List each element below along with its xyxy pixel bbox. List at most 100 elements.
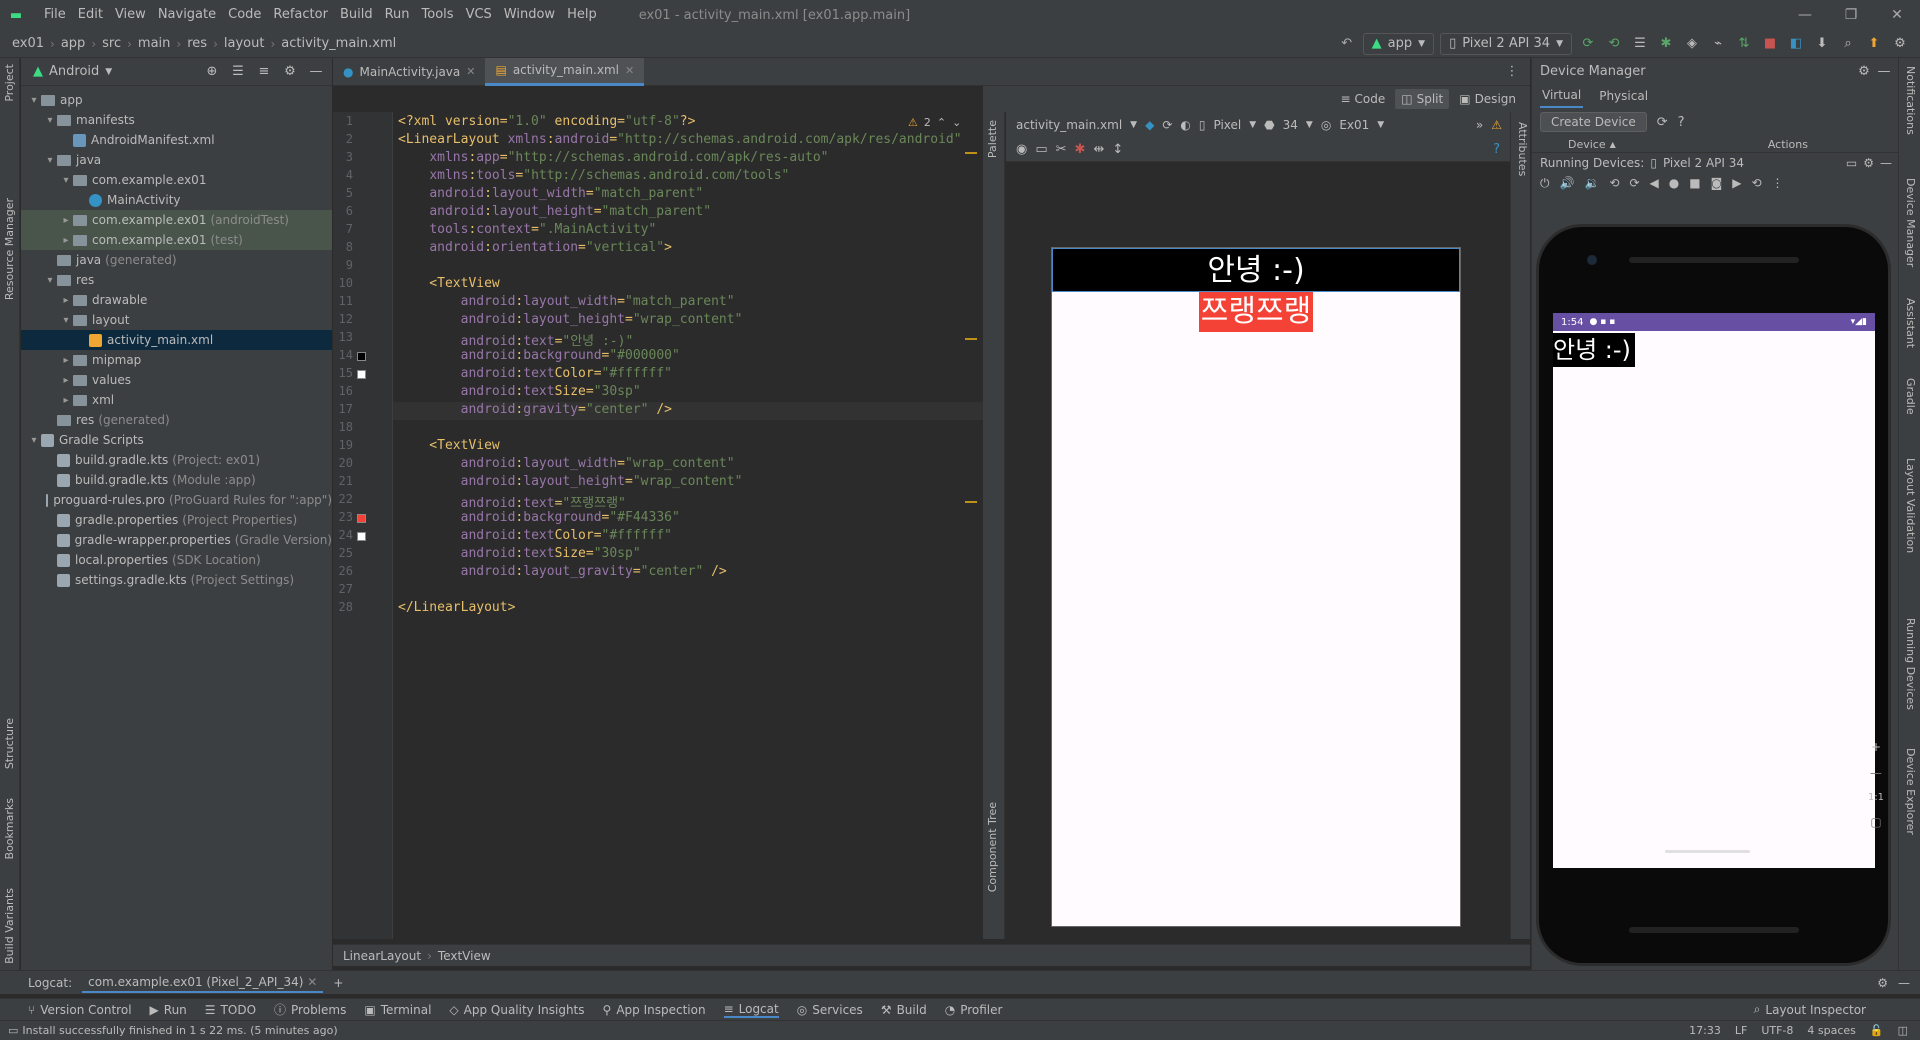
debug-icon[interactable]: ✱ [1656, 34, 1676, 54]
tool-gradle[interactable]: Gradle [1904, 378, 1917, 415]
hide-icon[interactable]: — [306, 62, 326, 82]
code-line[interactable]: xmlns:tools="http://schemas.android.com/… [398, 168, 789, 183]
tab-layout-inspector[interactable]: ⌕ Layout Inspector [1754, 1002, 1866, 1017]
project-view-select[interactable]: Android [49, 64, 99, 79]
design-api-select[interactable]: 34 [1283, 118, 1298, 132]
code-line[interactable]: android:textColor="#ffffff" [398, 366, 672, 381]
close-icon[interactable]: ✕ [307, 975, 317, 989]
code-line[interactable]: android:textSize="30sp" [398, 384, 641, 399]
back-icon[interactable]: ◀ [1650, 176, 1659, 190]
code-line[interactable]: </LinearLayout> [398, 600, 515, 615]
tool-bookmarks[interactable]: Bookmarks [3, 798, 16, 859]
indent-setting[interactable]: 4 spaces [1807, 1024, 1856, 1037]
code-line[interactable]: xmlns:app="http://schemas.android.com/ap… [398, 150, 828, 165]
pan-vertical-icon[interactable]: ↕ [1112, 142, 1123, 157]
device-select[interactable]: ▯ Pixel 2 API 34 ▼ [1440, 32, 1572, 55]
status-message[interactable]: Install successfully finished in 1 s 22 … [22, 1024, 337, 1037]
sdk-manager-icon[interactable]: ⬇ [1812, 34, 1832, 54]
crumb-item[interactable]: res [187, 36, 207, 51]
crumb-item[interactable]: app [61, 36, 85, 51]
record-icon[interactable]: ▶ [1732, 176, 1741, 190]
split-view-button[interactable]: ◫ Split [1395, 89, 1450, 109]
tool-build-variants[interactable]: Build Variants [3, 888, 16, 964]
code-line[interactable]: <?xml version="1.0" encoding="utf-8"?> [398, 114, 695, 129]
apply-changes-icon[interactable]: ⟳ [1578, 34, 1598, 54]
tab-profiler[interactable]: ◔ Profiler [945, 1003, 1003, 1017]
emulator-textview-greeting[interactable]: 안녕 :-) [1553, 333, 1635, 367]
warning-marker[interactable] [965, 338, 977, 340]
code-line[interactable]: android:gravity="center" /> [398, 402, 672, 417]
tool-palette[interactable]: Palette [986, 120, 999, 158]
menu-navigate[interactable]: Navigate [152, 0, 222, 30]
tab-services[interactable]: ◎ Services [797, 1003, 863, 1017]
window-icon[interactable]: ▭ [1846, 156, 1857, 170]
expand-all-icon[interactable]: ☰ [228, 62, 248, 82]
help-icon[interactable]: ? [1678, 115, 1685, 130]
coverage-icon[interactable]: ◈ [1682, 34, 1702, 54]
menu-file[interactable]: File [38, 0, 72, 30]
gear-icon[interactable]: ⚙ [1863, 156, 1874, 170]
code-line[interactable]: android:textSize="30sp" [398, 546, 641, 561]
close-icon[interactable]: ✕ [1874, 0, 1920, 30]
tree-item[interactable]: ▾ Gradle Scripts [21, 430, 332, 450]
viewport-icon[interactable]: ▭ [1035, 142, 1047, 157]
help-icon[interactable]: ? [1493, 142, 1500, 157]
preview-textview-greeting[interactable]: 안녕 :-) [1052, 248, 1460, 292]
caret-position[interactable]: 17:33 [1689, 1024, 1721, 1037]
design-theme-select[interactable]: Ex01 [1339, 118, 1369, 132]
tree-item[interactable]: ▾ com.example.ex01 [21, 170, 332, 190]
attach-debugger-icon[interactable]: ⌁ [1708, 34, 1728, 54]
code-view-button[interactable]: ≡ Code [1334, 89, 1391, 109]
close-icon[interactable]: ✕ [466, 65, 475, 78]
chevron-down-icon[interactable]: ▼ [105, 67, 112, 77]
tool-resource-manager[interactable]: Resource Manager [3, 198, 16, 300]
expand-arrow-icon[interactable]: ▸ [59, 355, 73, 366]
profile-icon[interactable]: ☰ [1630, 34, 1650, 54]
gear-icon[interactable]: ⚙ [1877, 976, 1888, 990]
menu-edit[interactable]: Edit [72, 0, 109, 30]
device-manager-icon[interactable]: ◧ [1786, 34, 1806, 54]
code-line[interactable]: android:layout_width="match_parent" [398, 186, 703, 201]
design-view-button[interactable]: ▣ Design [1453, 89, 1522, 109]
color-swatch-icon[interactable] [357, 370, 366, 379]
night-mode-icon[interactable]: ◐ [1180, 118, 1190, 132]
design-device-select[interactable]: Pixel [1213, 118, 1241, 132]
gear-icon[interactable]: ⚙ [1854, 61, 1874, 81]
tab-run[interactable]: ▶ Run [150, 1003, 187, 1017]
tree-item[interactable]: MainActivity [21, 190, 332, 210]
expand-arrow-icon[interactable]: ▾ [27, 95, 41, 106]
code-line[interactable]: android:layout_width="wrap_content" [398, 456, 735, 471]
tab-version-control[interactable]: ⑂ Version Control [28, 1003, 132, 1017]
update-icon[interactable]: ⬆ [1864, 34, 1884, 54]
tree-item[interactable]: gradle.properties (Project Properties) [21, 510, 332, 530]
tree-item[interactable]: gradle-wrapper.properties (Gradle Version… [21, 530, 332, 550]
color-swatch-icon[interactable] [357, 352, 366, 361]
crumb-item[interactable]: layout [224, 36, 265, 51]
expand-arrow-icon[interactable]: ▾ [59, 175, 73, 186]
fit-screen-icon[interactable]: ▢ [1870, 815, 1881, 829]
hide-icon[interactable]: — [1880, 156, 1892, 170]
column-device[interactable]: Device [1568, 138, 1606, 151]
expand-arrow-icon[interactable]: ▾ [27, 435, 41, 446]
code-line[interactable]: <TextView [398, 438, 499, 453]
hammer-back-icon[interactable]: ↶ [1337, 34, 1357, 54]
zoom-in-icon[interactable]: + [1871, 740, 1881, 754]
tab-terminal[interactable]: ▣ Terminal [364, 1003, 431, 1017]
more-icon[interactable]: ⋮ [1772, 176, 1784, 190]
code-line[interactable]: android:orientation="vertical"> [398, 240, 672, 255]
color-swatch-icon[interactable] [357, 514, 366, 523]
code-line[interactable]: android:layout_height="wrap_content" [398, 474, 743, 489]
more-icon[interactable]: ⋮ [1502, 62, 1522, 82]
code-line[interactable]: tools:context=".MainActivity" [398, 222, 656, 237]
infer-icon[interactable]: ✱ [1075, 142, 1086, 157]
tree-item[interactable]: proguard-rules.pro (ProGuard Rules for ":… [21, 490, 332, 510]
preview-textview-red[interactable]: 쯔랭쯔랭 [1198, 292, 1314, 332]
tree-item[interactable]: java (generated) [21, 250, 332, 270]
constraints-icon[interactable]: ✂ [1056, 142, 1067, 157]
running-device-tab[interactable]: Pixel 2 API 34 [1663, 156, 1744, 170]
more-icon[interactable]: » [1476, 118, 1483, 132]
crumb-item[interactable]: activity_main.xml [281, 36, 396, 51]
gesture-bar[interactable] [1665, 850, 1750, 853]
code-line[interactable]: android:layout_height="wrap_content" [398, 312, 743, 327]
stop-icon[interactable]: ■ [1760, 34, 1780, 54]
